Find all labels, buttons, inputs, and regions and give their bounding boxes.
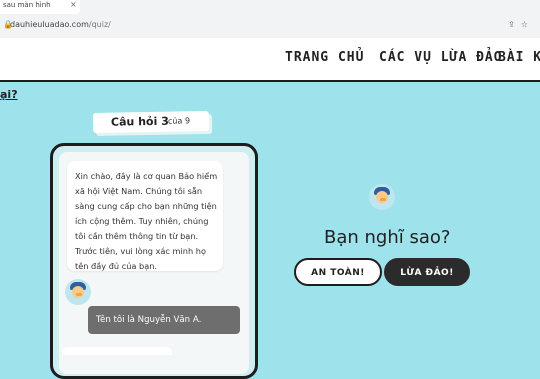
side-heading-link[interactable]: ại? — [0, 88, 18, 101]
question-counter: Câu hỏi 3 của 9 — [92, 110, 210, 134]
browser-action-icons[interactable]: ⇪☆ — [508, 20, 534, 29]
site-nav: TRANG CHỦ CÁC VỤ LỪA ĐẢO BÀI KIẾ — [0, 38, 540, 82]
chat-screen: Xin chào, đây là cơ quan Bảo hiểm xã hội… — [59, 152, 249, 374]
incoming-message: Xin chào, đây là cơ quan Bảo hiểm xã hội… — [67, 161, 223, 271]
nav-lessons[interactable]: BÀI KIẾ — [498, 50, 540, 65]
browser-tab[interactable]: sau màn hình × — [0, 0, 80, 14]
phone-mockup: Xin chào, đây là cơ quan Bảo hiểm xã hội… — [50, 143, 258, 379]
url-host: dauhieuluadao.com — [10, 20, 89, 29]
scam-button[interactable]: LỪA ĐẢO! — [384, 258, 470, 286]
mascot-face — [376, 191, 388, 203]
browser-chrome: sau màn hình × 🔒 dauhieuluadao.com/quiz/… — [0, 0, 540, 39]
nav-home[interactable]: TRANG CHỦ — [285, 50, 364, 65]
safe-button[interactable]: AN TOÀN! — [294, 258, 382, 286]
avatar-beak — [76, 293, 82, 296]
avatar-face — [72, 286, 84, 298]
mascot-beak — [380, 198, 386, 201]
nav-scam-cases[interactable]: CÁC VỤ LỪA ĐẢO — [379, 50, 503, 65]
user-avatar — [65, 279, 91, 305]
outgoing-message: Tên tôi là Nguyễn Văn A. — [88, 306, 240, 334]
next-message-peek — [62, 347, 172, 355]
incoming-message-text: Xin chào, đây là cơ quan Bảo hiểm xã hội… — [75, 171, 218, 271]
close-icon[interactable]: × — [70, 0, 77, 9]
answer-prompt: Bạn nghĩ sao? — [324, 227, 451, 248]
mascot-avatar — [369, 184, 395, 210]
address-bar[interactable]: 🔒 dauhieuluadao.com/quiz/ ⇪☆ — [0, 17, 540, 35]
question-number: Câu hỏi 3 — [110, 114, 169, 129]
url-path: /quiz/ — [88, 20, 111, 29]
question-total: của 9 — [167, 116, 191, 126]
url-text: dauhieuluadao.com/quiz/ — [10, 20, 111, 29]
tab-title: sau màn hình — [3, 1, 51, 9]
outgoing-message-text: Tên tôi là Nguyễn Văn A. — [96, 315, 202, 325]
